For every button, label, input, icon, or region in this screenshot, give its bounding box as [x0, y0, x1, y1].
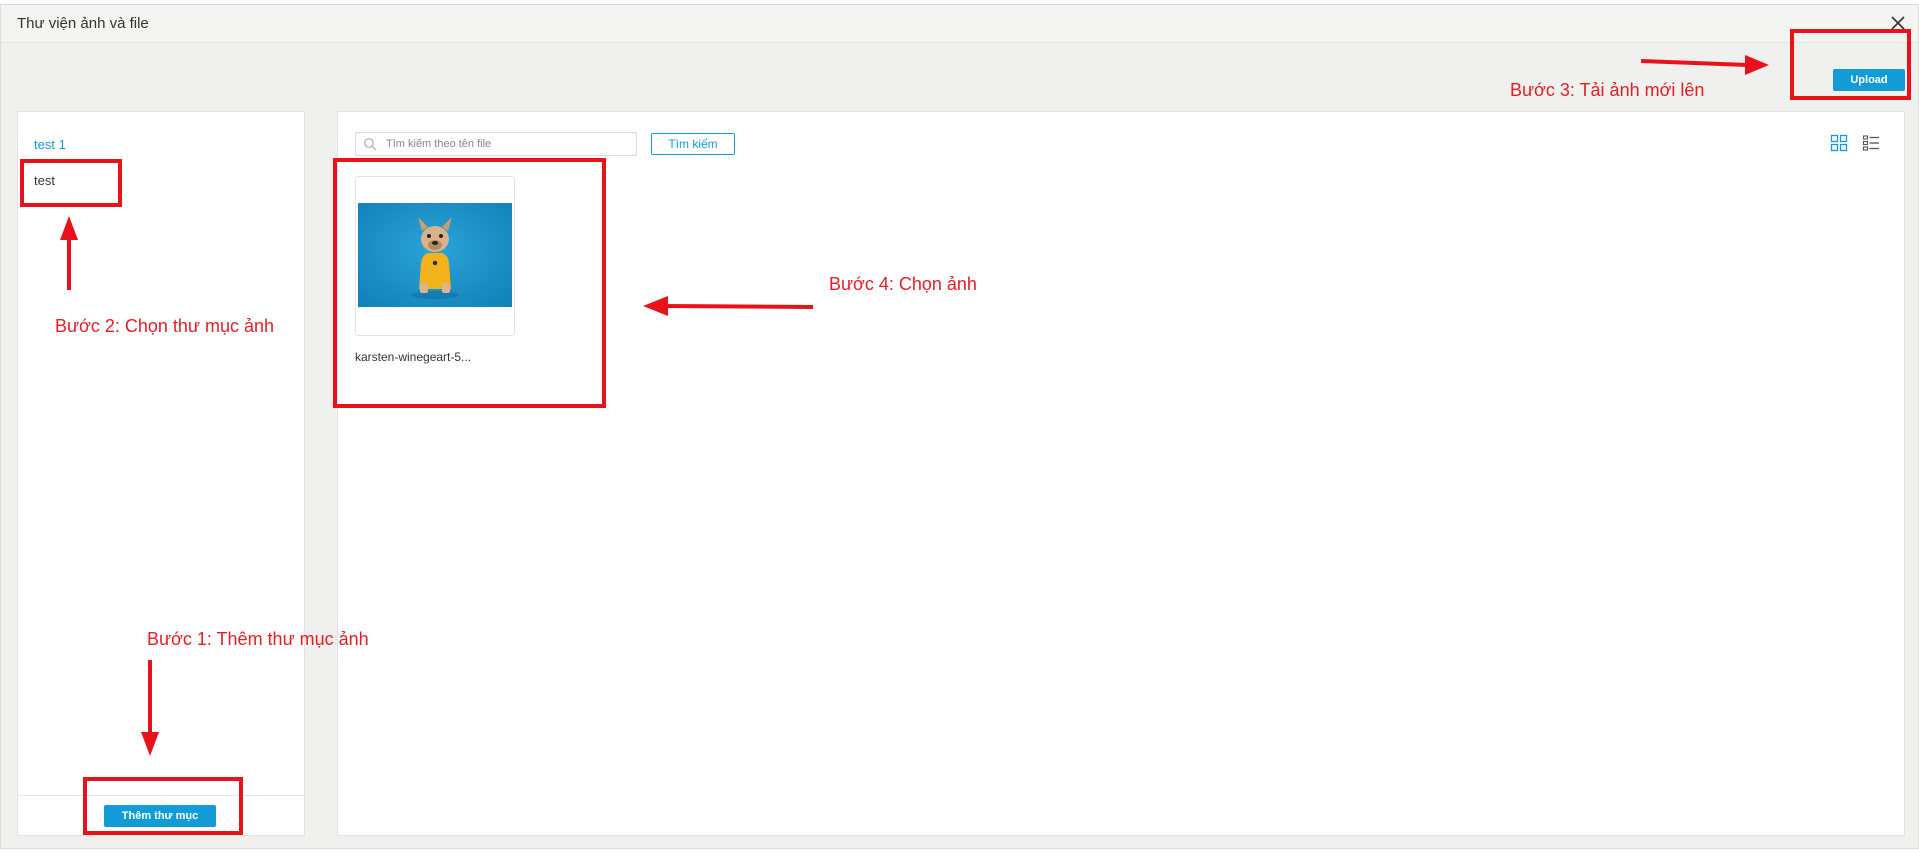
folder-item-test-1[interactable]: test 1 [34, 137, 66, 152]
annotation-step1: Bước 1: Thêm thư mục ảnh [147, 629, 369, 649]
annotation-step4: Bước 4: Chọn ảnh [829, 274, 977, 294]
search-input[interactable] [386, 134, 626, 154]
annotation-box-add-folder [83, 777, 243, 835]
annotation-box-upload [1790, 29, 1911, 100]
folder-sidebar: test 1 test Thêm thư mục [17, 111, 305, 836]
search-box [355, 132, 637, 156]
search-icon [364, 138, 377, 151]
media-library-dialog: Thư viện ảnh và file Upload test 1 test … [0, 4, 1919, 849]
annotation-step3: Bước 3: Tải ảnh mới lên [1510, 80, 1705, 100]
annotation-step2: Bước 2: Chọn thư mục ảnh [55, 316, 275, 336]
search-button[interactable]: Tìm kiếm [651, 133, 735, 155]
grid-view-icon[interactable] [1830, 134, 1848, 152]
dialog-title: Thư viện ảnh và file [17, 15, 149, 32]
list-view-icon[interactable] [1862, 134, 1880, 152]
annotation-box-image [333, 158, 606, 408]
annotation-box-folder [20, 159, 122, 207]
dialog-header: Thư viện ảnh và file [1, 5, 1918, 43]
